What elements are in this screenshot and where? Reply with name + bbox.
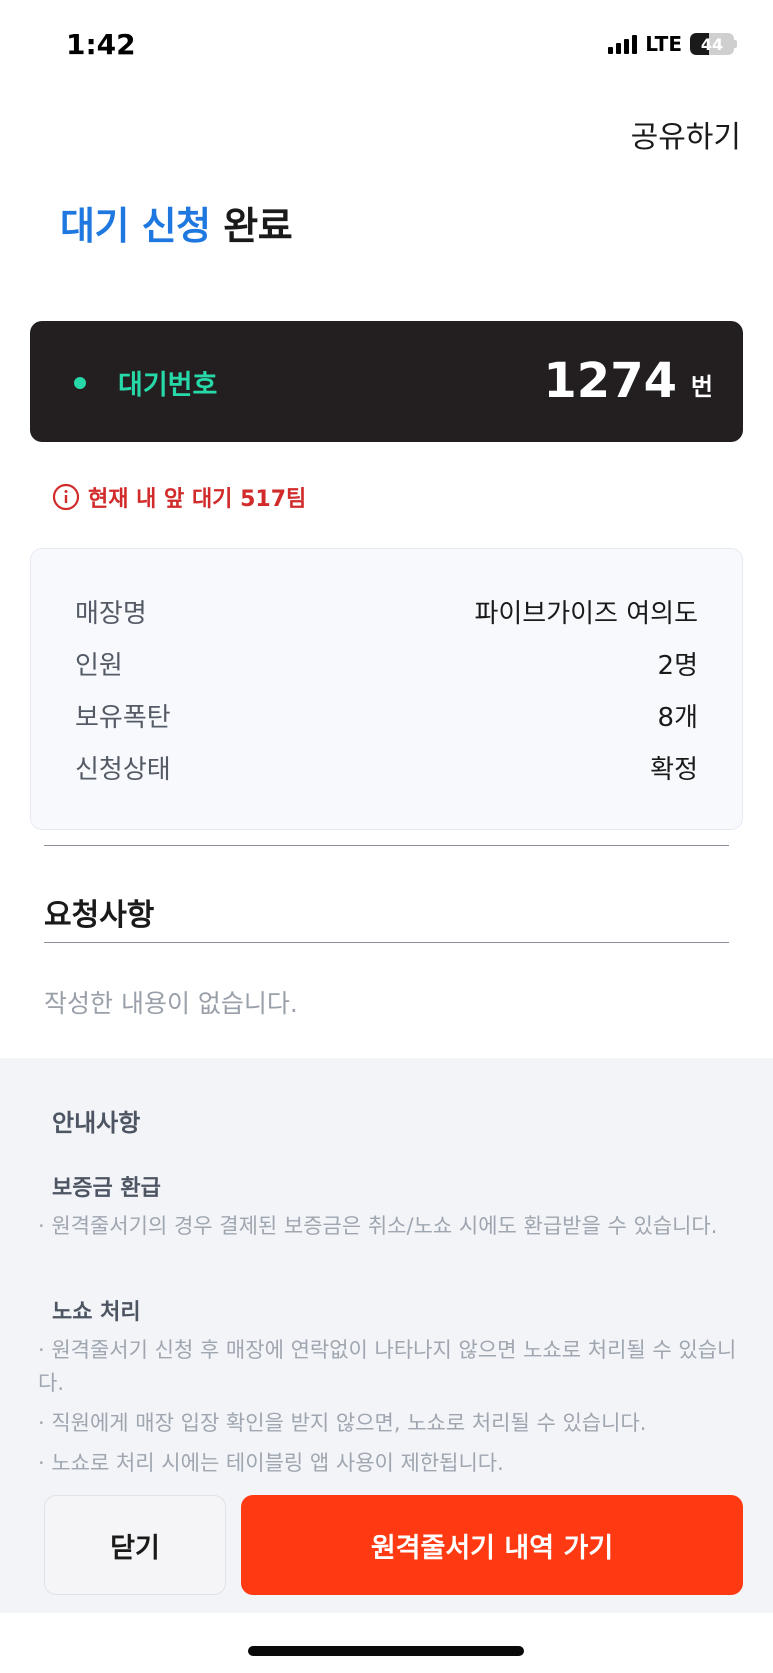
request-empty-text: 작성한 내용이 없습니다. (44, 989, 298, 1018)
queue-number-label: 대기번호 (118, 370, 218, 401)
page-title: 대기 신청 완료 (60, 195, 293, 250)
notice-title: 안내사항 (52, 1109, 141, 1137)
detail-row-store: 매장명 파이브가이즈 여의도 (75, 593, 698, 630)
noshow-item: · 원격줄서기 신청 후 매장에 연락없이 나타나지 않으면 노쇼로 처리될 수… (38, 1338, 737, 1395)
detail-value: 파이브가이즈 여의도 (474, 599, 698, 629)
battery-percent: 44 (700, 34, 724, 54)
queue-number-unit: 번 (690, 373, 713, 401)
page-title-rest: 완료 (210, 204, 293, 248)
noshow-title: 노쇼 처리 (52, 1300, 141, 1325)
detail-row-status: 신청상태 확정 (75, 749, 698, 786)
detail-label: 인원 (75, 651, 123, 681)
refund-text: · 원격줄서기의 경우 결제된 보증금은 취소/노쇼 시에도 환급받을 수 있습… (38, 1214, 718, 1238)
queue-number-card: 대기번호 1274 번 (30, 321, 743, 442)
info-icon (52, 483, 80, 511)
divider (44, 845, 729, 846)
divider (44, 942, 729, 943)
detail-value: 확정 (650, 755, 698, 785)
home-indicator (248, 1646, 524, 1656)
close-button[interactable]: 닫기 (44, 1495, 226, 1595)
waitlist-complete-screen: 1:42 LTE 44 공유하기 대기 신청 완료 대기번호 1274 번 현재… (0, 0, 773, 1673)
request-section-title: 요청사항 (44, 898, 155, 933)
status-indicators: LTE 44 (608, 32, 737, 56)
refund-title: 보증금 환급 (52, 1176, 161, 1201)
status-time: 1:42 (66, 28, 136, 61)
detail-row-party-size: 인원 2명 (75, 645, 698, 682)
detail-value: 2명 (657, 651, 698, 681)
battery-cap (734, 40, 737, 48)
share-button[interactable]: 공유하기 (631, 112, 741, 156)
noshow-item: · 직원에게 매장 입장 확인을 받지 않으면, 노쇼로 처리될 수 있습니다. (38, 1411, 647, 1435)
reservation-detail-card: 매장명 파이브가이즈 여의도 인원 2명 보유폭탄 8개 신청상태 확정 (30, 548, 743, 830)
signal-icon (608, 34, 638, 54)
detail-value: 8개 (657, 703, 698, 733)
noshow-item: · 노쇼로 처리 시에는 테이블링 앱 사용이 제한됩니다. (38, 1451, 504, 1475)
status-dot-icon (74, 377, 86, 389)
queue-number-value: 1274 (543, 353, 677, 409)
detail-row-bombs: 보유폭탄 8개 (75, 697, 698, 734)
status-bar: 1:42 LTE 44 (0, 0, 773, 92)
battery-icon: 44 (690, 33, 734, 55)
teams-ahead-notice: 현재 내 앞 대기 517팀 (52, 481, 306, 513)
teams-ahead-text: 현재 내 앞 대기 517팀 (88, 487, 307, 512)
detail-label: 매장명 (75, 599, 147, 629)
network-type: LTE (645, 32, 682, 56)
page-title-accent: 대기 신청 (60, 204, 211, 248)
remote-queue-history-button[interactable]: 원격줄서기 내역 가기 (241, 1495, 743, 1595)
detail-label: 보유폭탄 (75, 703, 171, 733)
detail-label: 신청상태 (75, 755, 171, 785)
